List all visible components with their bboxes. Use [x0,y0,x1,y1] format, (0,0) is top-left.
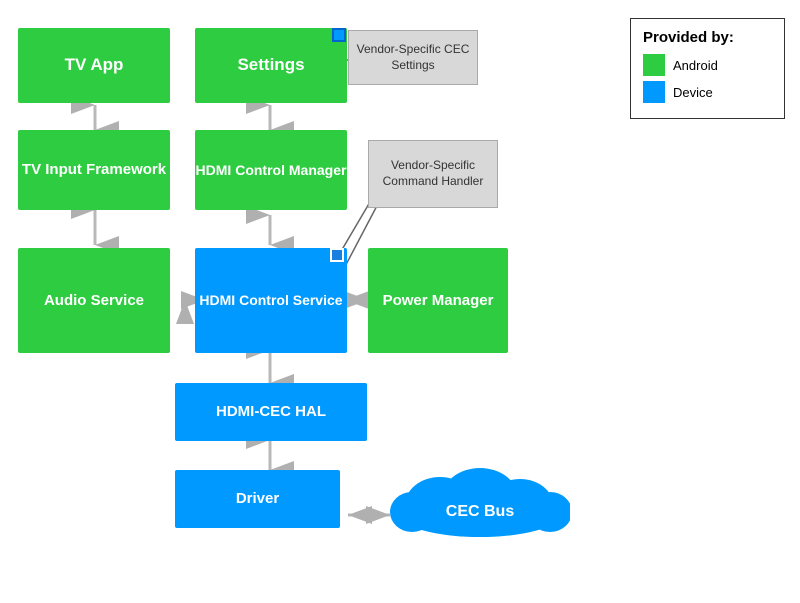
legend-item-device: Device [643,81,766,103]
legend-title: Provided by: [643,29,766,46]
legend-color-android [643,54,665,76]
svg-text:CEC Bus: CEC Bus [446,503,515,520]
legend-label-device: Device [673,85,713,100]
audio-service-block: Audio Service [18,248,170,353]
cec-bus-cloud: CEC Bus [390,460,570,538]
tv-app-block: TV App [18,28,170,103]
hdmi-cec-hal-block: HDMI-CEC HAL [175,383,367,441]
legend-label-android: Android [673,58,718,73]
power-manager-block: Power Manager [368,248,508,353]
diagram-container: TV App Settings TV Input Framework HDMI … [0,0,800,603]
legend: Provided by: Android Device [630,18,785,119]
settings-block: Settings [195,28,347,103]
hdmi-control-manager-block: HDMI Control Manager [195,130,347,210]
vendor-cec-settings-callout: Vendor-Specific CEC Settings [348,30,478,85]
driver-block: Driver [175,470,340,528]
vendor-command-handler-callout: Vendor-Specific Command Handler [368,140,498,208]
tv-input-framework-block: TV Input Framework [18,130,170,210]
legend-item-android: Android [643,54,766,76]
legend-color-device [643,81,665,103]
hdmi-control-service-block: HDMI Control Service [195,248,347,353]
settings-blue-indicator [332,28,346,42]
hdmi-control-service-blue-indicator [330,248,344,262]
